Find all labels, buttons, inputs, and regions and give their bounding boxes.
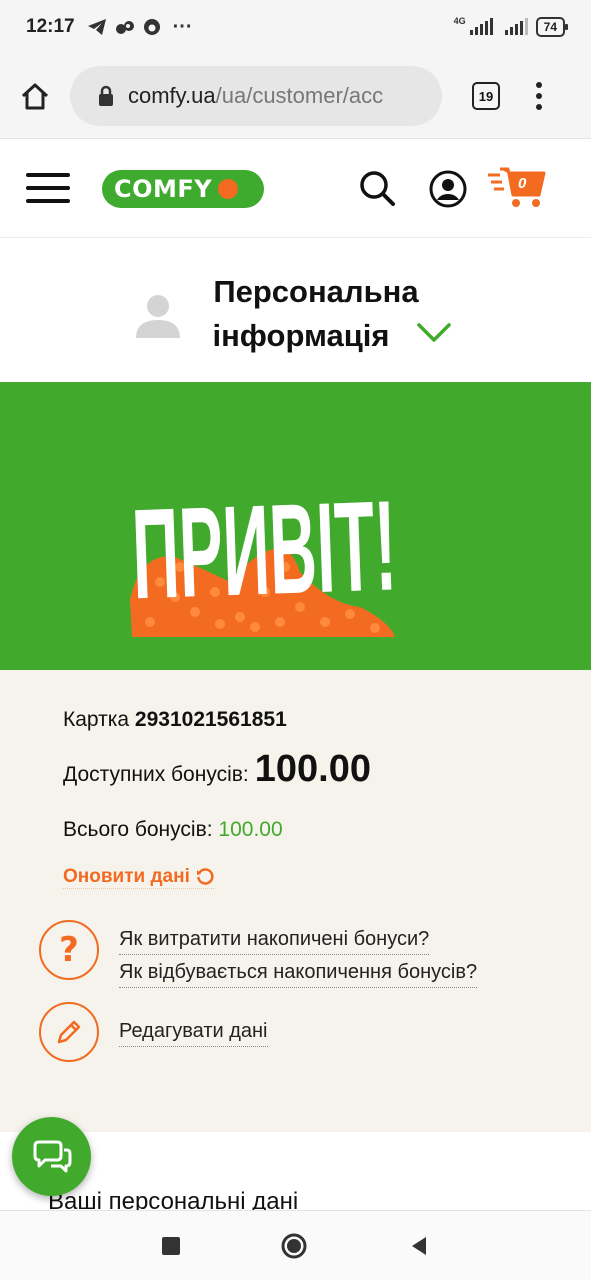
url-bar[interactable]: comfy.ua/ua/customer/acc	[70, 66, 442, 126]
network-type-label: 4G	[453, 16, 466, 26]
how-to-spend-bonuses-link[interactable]: Як витратити накопичені бонуси?	[119, 928, 430, 955]
chat-button[interactable]	[12, 1117, 91, 1196]
menu-dot	[536, 93, 542, 99]
user-avatar-icon	[136, 295, 180, 338]
battery-indicator: 74	[535, 17, 569, 37]
greeting-banner-art: ПРИВІТ!	[130, 474, 399, 637]
url-domain: comfy.ua	[128, 83, 216, 108]
greeting-banner: ПРИВІТ!	[0, 382, 591, 670]
refresh-icon	[196, 868, 214, 885]
lock-icon	[99, 85, 113, 106]
cart-count: 0	[518, 175, 527, 192]
status-bar: 12:17 ··· 4G 74	[0, 0, 591, 54]
user-account-icon[interactable]	[428, 169, 468, 209]
more-notifications-icon: ···	[172, 15, 193, 38]
edit-pencil-icon[interactable]	[39, 1002, 99, 1062]
refresh-data-label: Оновити дані	[63, 866, 190, 887]
help-question-icon: ?	[39, 920, 99, 980]
chevron-down-icon	[417, 323, 451, 342]
personal-info-title-line1: Персональна	[213, 274, 419, 309]
card-number: 2931021561851	[134, 708, 287, 731]
refresh-data-link[interactable]: Оновити дані	[63, 866, 214, 889]
total-bonuses-row: Всього бонусів: 100.00	[63, 818, 283, 842]
logo-text: COMFY	[114, 175, 213, 203]
cart-button[interactable]: 0	[486, 165, 548, 214]
personal-info-title: Персональна інформація	[196, 270, 436, 358]
signal-icon	[469, 18, 493, 35]
signal-icon-2	[504, 18, 528, 35]
menu-dot	[536, 82, 542, 88]
browser-toolbar: comfy.ua/ua/customer/acc 19	[0, 54, 591, 138]
total-bonuses-value: 100.00	[218, 818, 283, 841]
system-navigation-bar	[0, 1210, 591, 1280]
chat-bubbles-icon	[33, 1140, 71, 1172]
telegram-icon	[87, 19, 106, 35]
personal-info-toggle[interactable]: Персональна інформація	[0, 238, 591, 382]
back-button[interactable]	[408, 1235, 430, 1257]
app-icon	[115, 21, 134, 34]
hamburger-menu-icon[interactable]	[26, 173, 70, 203]
status-time: 12:17	[26, 16, 75, 37]
browser-menu-button[interactable]	[536, 82, 542, 110]
available-bonuses-value: 100.00	[254, 748, 371, 790]
personal-info-title-line2: інформація	[212, 318, 390, 353]
card-label: Картка	[63, 708, 130, 731]
comfy-logo[interactable]: COMFY	[102, 170, 264, 208]
card-number-row: Картка 2931021561851	[63, 708, 287, 732]
app-icon-2	[143, 19, 160, 35]
recents-button[interactable]	[161, 1236, 180, 1255]
logo-dot	[218, 179, 239, 199]
home-circle-button[interactable]	[280, 1232, 308, 1260]
tabs-button[interactable]: 19	[472, 82, 500, 110]
available-bonuses-row: Доступних бонусів: 100.00	[63, 748, 371, 791]
home-icon	[21, 83, 49, 110]
home-button[interactable]	[0, 82, 70, 110]
search-icon[interactable]	[358, 169, 396, 207]
personal-data-title: Ваші персональні дані	[48, 1188, 299, 1210]
menu-dot	[536, 104, 542, 110]
edit-data-link[interactable]: Редагувати дані	[119, 1020, 268, 1047]
cart-icon	[488, 167, 546, 207]
total-bonuses-label: Всього бонусів:	[63, 818, 213, 841]
greeting-banner-text: ПРИВІТ!	[130, 474, 399, 626]
available-bonuses-label: Доступних бонусів:	[63, 763, 249, 786]
site-header: COMFY 0	[0, 138, 591, 238]
bonus-card: Картка 2931021561851 Доступних бонусів: …	[0, 670, 591, 1132]
url-path: /ua/customer/acc	[215, 83, 384, 108]
how-bonuses-accrue-link[interactable]: Як відбувається накопичення бонусів?	[119, 961, 478, 988]
